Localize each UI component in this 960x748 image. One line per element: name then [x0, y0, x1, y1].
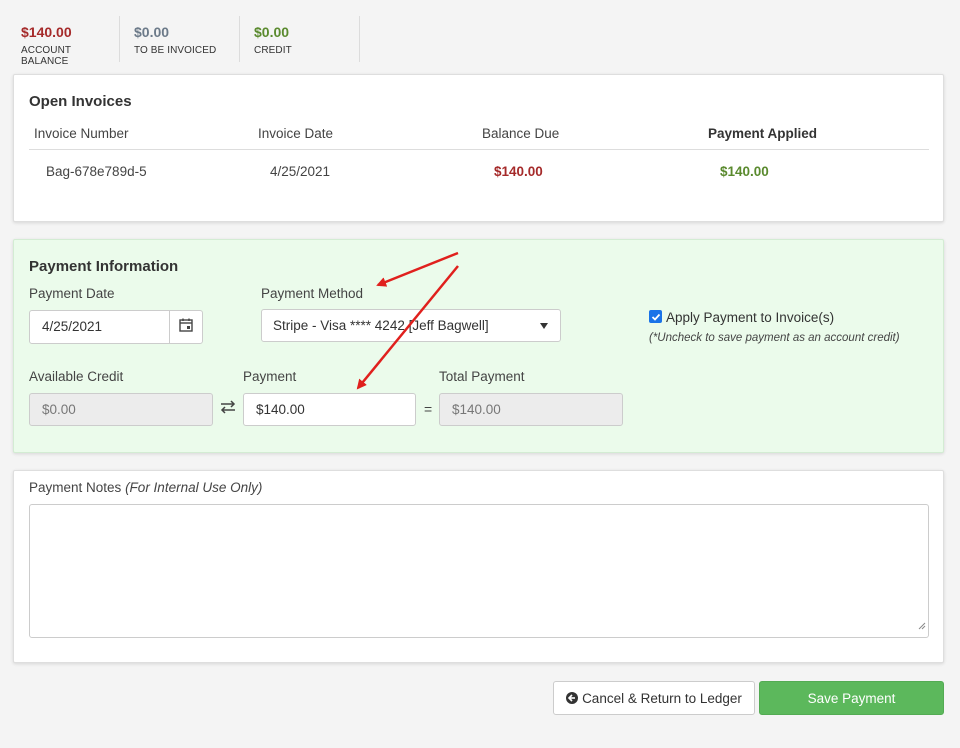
- open-invoices-title: Open Invoices: [29, 93, 132, 110]
- credit-stat: $0.00 CREDIT: [240, 16, 360, 62]
- cancel-return-button[interactable]: Cancel & Return to Ledger: [553, 681, 755, 715]
- payment-notes-card: Payment Notes (For Internal Use Only): [13, 470, 944, 663]
- calendar-icon: [179, 318, 193, 337]
- to-be-invoiced-stat: $0.00 TO BE INVOICED: [120, 16, 240, 62]
- col-invoice-number: Invoice Number: [34, 126, 129, 141]
- swap-arrows-icon[interactable]: [220, 400, 236, 417]
- account-balance-label: ACCOUNT BALANCE: [21, 45, 71, 67]
- apply-payment-checkbox[interactable]: [649, 310, 662, 323]
- account-balance-stat: $140.00 ACCOUNT BALANCE: [0, 16, 120, 67]
- total-payment-label: Total Payment: [439, 369, 525, 384]
- credit-label: CREDIT: [254, 45, 292, 56]
- account-balance-value: $140.00: [21, 24, 72, 40]
- apply-payment-label[interactable]: Apply Payment to Invoice(s): [666, 310, 834, 325]
- payment-information-title: Payment Information: [29, 258, 179, 275]
- equals-sign: =: [424, 401, 433, 417]
- payment-date-input[interactable]: 4/25/2021: [29, 310, 170, 344]
- payment-applied-cell: $140.00: [720, 164, 769, 179]
- col-invoice-date: Invoice Date: [258, 126, 334, 141]
- to-be-invoiced-value: $0.00: [134, 24, 170, 40]
- payment-label: Payment: [243, 369, 297, 384]
- calendar-button[interactable]: [169, 310, 203, 344]
- payment-notes-textarea[interactable]: [29, 504, 929, 638]
- payment-method-select[interactable]: Stripe - Visa **** 4242 [Jeff Bagwell]: [261, 309, 561, 342]
- payment-notes-label: Payment Notes (For Internal Use Only): [29, 480, 262, 495]
- invoice-date-cell: 4/25/2021: [270, 164, 331, 179]
- available-credit-label: Available Credit: [29, 369, 124, 384]
- apply-payment-hint: (*Uncheck to save payment as an account …: [649, 332, 900, 344]
- col-balance-due: Balance Due: [482, 126, 560, 141]
- payment-notes-subtitle: (For Internal Use Only): [125, 480, 263, 495]
- resize-handle-icon[interactable]: [918, 617, 926, 635]
- payment-amount-input[interactable]: $140.00: [243, 393, 416, 426]
- save-payment-button[interactable]: Save Payment: [759, 681, 944, 715]
- payment-method-value: Stripe - Visa **** 4242 [Jeff Bagwell]: [273, 318, 489, 333]
- caret-down-icon: [540, 323, 548, 329]
- col-payment-applied: Payment Applied: [708, 126, 818, 141]
- total-payment-input: $140.00: [439, 393, 623, 426]
- open-invoices-card: Open Invoices Invoice Number Invoice Dat…: [13, 74, 944, 222]
- circle-arrow-left-icon: [566, 692, 579, 704]
- payment-method-label: Payment Method: [261, 286, 364, 301]
- table-divider: [29, 149, 929, 150]
- available-credit-input: $0.00: [29, 393, 213, 426]
- account-summary: $140.00 ACCOUNT BALANCE $0.00 TO BE INVO…: [0, 16, 360, 67]
- payment-information-card: Payment Information Payment Date 4/25/20…: [13, 239, 944, 453]
- to-be-invoiced-label: TO BE INVOICED: [134, 45, 217, 56]
- cancel-return-label: Cancel & Return to Ledger: [582, 690, 742, 706]
- payment-date-label: Payment Date: [29, 286, 115, 301]
- credit-value: $0.00: [254, 24, 290, 40]
- balance-due-cell: $140.00: [494, 164, 543, 179]
- save-payment-label: Save Payment: [807, 690, 896, 706]
- payment-notes-title: Payment Notes: [29, 480, 122, 495]
- invoice-number-cell: Bag-678e789d-5: [46, 164, 147, 179]
